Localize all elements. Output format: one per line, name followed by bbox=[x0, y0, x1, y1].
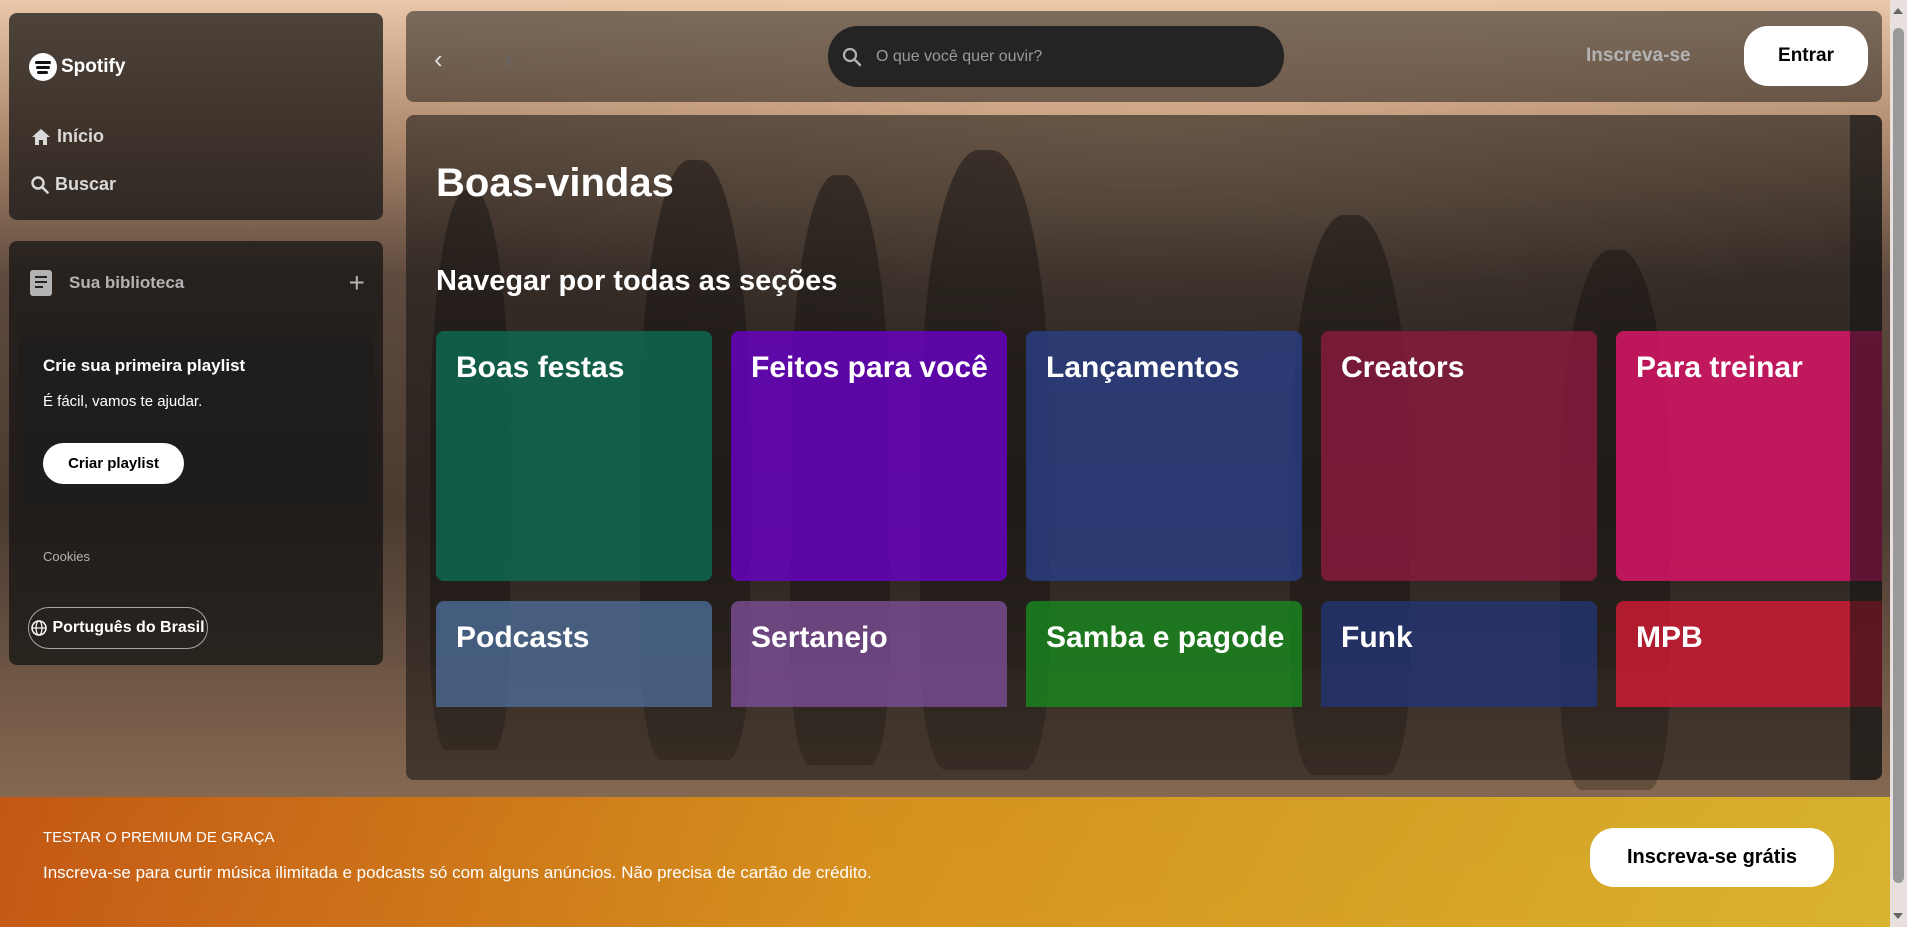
category-tile[interactable]: Feitos para você bbox=[731, 331, 1007, 581]
category-tile[interactable]: Para treinar bbox=[1616, 331, 1882, 581]
category-tile-label: Boas festas bbox=[456, 351, 625, 384]
category-tile-label: Podcasts bbox=[456, 621, 590, 654]
category-tile-label: Sertanejo bbox=[751, 621, 888, 654]
sidebar-item-label: Início bbox=[57, 126, 105, 146]
library-header: Sua biblioteca + bbox=[29, 269, 365, 297]
library-panel: Sua biblioteca + Crie sua primeira playl… bbox=[9, 241, 383, 665]
category-tile[interactable]: MPB bbox=[1616, 601, 1882, 707]
search-icon bbox=[31, 175, 49, 194]
main-content: Boas-vindas Navegar por todas as seções … bbox=[406, 115, 1882, 780]
scroll-up-icon[interactable] bbox=[1893, 8, 1903, 14]
category-tile-label: Creators bbox=[1341, 351, 1465, 384]
category-tile[interactable]: Lançamentos bbox=[1026, 331, 1302, 581]
signup-free-button[interactable]: Inscreva-se grátis bbox=[1590, 828, 1834, 887]
category-tile[interactable]: Funk bbox=[1321, 601, 1597, 707]
spotify-logo[interactable]: Spotify bbox=[29, 53, 125, 81]
page-title: Boas-vindas bbox=[436, 161, 674, 205]
premium-text: Inscreva-se para curtir música ilimitada… bbox=[43, 863, 872, 882]
premium-banner[interactable]: TESTAR O PREMIUM DE GRAÇA Inscreva-se pa… bbox=[0, 797, 1890, 927]
library-icon[interactable] bbox=[29, 269, 53, 297]
login-button[interactable]: Entrar bbox=[1744, 26, 1868, 86]
scrollbar-thumb[interactable] bbox=[1893, 28, 1904, 883]
search-icon bbox=[842, 47, 862, 66]
create-playlist-button[interactable]: Criar playlist bbox=[43, 443, 184, 484]
top-bar: ‹ › Inscreva-se Entrar bbox=[406, 11, 1882, 102]
spotify-wordmark: Spotify bbox=[61, 56, 126, 77]
search-bar[interactable] bbox=[828, 26, 1284, 87]
category-tile-label: Samba e pagode bbox=[1046, 621, 1285, 654]
home-icon bbox=[32, 128, 50, 145]
category-tile-label: Lançamentos bbox=[1046, 351, 1240, 384]
sidebar-item-label: Buscar bbox=[55, 174, 117, 194]
signup-link[interactable]: Inscreva-se bbox=[1586, 45, 1691, 67]
sidebar-nav-panel: Spotify Início Buscar bbox=[9, 13, 383, 220]
category-tile[interactable]: Samba e pagode bbox=[1026, 601, 1302, 707]
category-tile[interactable]: Creators bbox=[1321, 331, 1597, 581]
globe-icon bbox=[31, 620, 48, 636]
spotify-logo-icon bbox=[29, 53, 57, 81]
cookies-link[interactable]: Cookies bbox=[43, 549, 90, 564]
create-playlist-card: Crie sua primeira playlist É fácil, vamo… bbox=[18, 335, 374, 507]
language-label: Português do Brasil bbox=[52, 619, 205, 636]
premium-kicker: TESTAR O PREMIUM DE GRAÇA bbox=[43, 829, 275, 846]
browse-section-title: Navegar por todas as seções bbox=[436, 265, 838, 297]
category-tile-label: Feitos para você bbox=[751, 351, 988, 384]
category-tile[interactable]: Podcasts bbox=[436, 601, 712, 707]
category-tile[interactable]: Sertanejo bbox=[731, 601, 1007, 707]
search-input[interactable] bbox=[874, 46, 1238, 67]
category-tile[interactable]: Boas festas bbox=[436, 331, 712, 581]
create-playlist-title: Crie sua primeira playlist bbox=[43, 356, 246, 375]
category-tile-label: Funk bbox=[1341, 621, 1413, 654]
category-tile-label: Para treinar bbox=[1636, 351, 1803, 384]
sidebar-item-home[interactable]: Início bbox=[31, 126, 104, 147]
language-button[interactable]: Português do Brasil bbox=[28, 607, 208, 649]
back-arrow-icon[interactable]: ‹ bbox=[434, 44, 443, 75]
add-icon[interactable]: + bbox=[349, 269, 365, 297]
sidebar-item-search[interactable]: Buscar bbox=[31, 174, 116, 195]
library-title[interactable]: Sua biblioteca bbox=[69, 273, 349, 293]
forward-arrow-icon[interactable]: › bbox=[504, 44, 513, 75]
page-scrollbar[interactable] bbox=[1890, 0, 1907, 927]
category-tile-label: MPB bbox=[1636, 621, 1703, 654]
scroll-down-icon[interactable] bbox=[1893, 913, 1903, 919]
tiles-overflow-edge bbox=[1850, 115, 1882, 780]
create-playlist-subtitle: É fácil, vamos te ajudar. bbox=[43, 393, 203, 410]
